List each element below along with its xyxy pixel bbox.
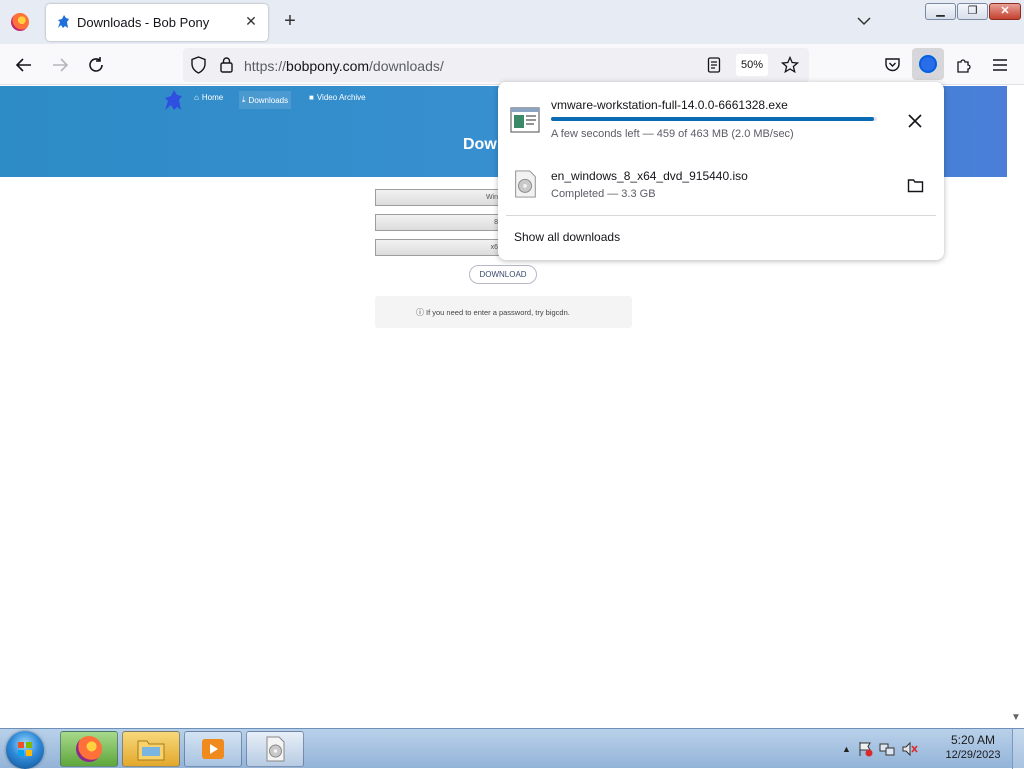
bookmark-star-icon[interactable]	[781, 56, 799, 74]
app-menu-button[interactable]	[988, 53, 1012, 77]
panel-divider	[506, 215, 936, 216]
tab-bar: Downloads - Bob Pony ✕ + ▁ ❐ ✕	[0, 0, 1024, 44]
download-filename: en_windows_8_x64_dvd_915440.iso	[551, 169, 748, 183]
tab-close-icon[interactable]: ✕	[242, 12, 260, 30]
download-status: A few seconds left — 459 of 463 MB (2.0 …	[551, 128, 794, 140]
taskbar-media-player[interactable]	[184, 731, 242, 767]
url-scheme: https://	[244, 58, 287, 74]
download-progress-icon	[919, 55, 937, 73]
puzzle-piece-icon	[957, 59, 971, 73]
open-folder-icon[interactable]	[907, 178, 924, 193]
disc-image-icon	[515, 170, 536, 198]
scroll-down-arrow-icon[interactable]: ▼	[1009, 712, 1023, 726]
show-all-downloads-button[interactable]: Show all downloads	[514, 230, 620, 244]
download-progress-fill	[551, 117, 874, 121]
minimize-button[interactable]: ▁	[925, 3, 956, 20]
forward-button[interactable]	[48, 53, 72, 77]
download-icon: ⤓	[242, 95, 246, 104]
lock-icon[interactable]	[219, 56, 234, 73]
list-all-tabs-icon[interactable]	[855, 12, 873, 30]
url-path: /downloads/	[369, 58, 444, 74]
password-hint-text: If you need to enter a password, try big…	[426, 308, 570, 317]
site-nav-home[interactable]: ⌂ Home	[194, 93, 223, 102]
reader-view-icon[interactable]	[707, 57, 721, 73]
product-select[interactable]: Win	[375, 189, 505, 206]
site-nav-downloads[interactable]: ⤓ Downloads	[239, 91, 292, 109]
system-clock[interactable]: 5:20 AM 12/29/2023	[938, 733, 1008, 761]
download-status: Completed — 3.3 GB	[551, 188, 656, 200]
download-item[interactable]: vmware-workstation-full-14.0.0-6661328.e…	[498, 82, 944, 148]
bob-pony-logo-icon[interactable]	[162, 88, 186, 112]
show-desktop-button[interactable]	[1012, 729, 1024, 769]
pony-favicon-icon	[58, 15, 69, 28]
network-icon[interactable]	[879, 741, 895, 757]
disc-image-icon	[266, 736, 285, 762]
site-nav-home-label: Home	[201, 93, 224, 102]
home-icon: ⌂	[194, 93, 199, 102]
exe-file-icon	[510, 107, 540, 133]
url-host: bobpony.com	[286, 58, 370, 74]
media-player-icon	[202, 739, 224, 759]
site-nav-downloads-label: Downloads	[248, 95, 289, 105]
version-select[interactable]: 8	[375, 214, 505, 231]
close-window-button[interactable]: ✕	[989, 3, 1021, 20]
zoom-level-button[interactable]: 50%	[736, 54, 768, 76]
reload-button[interactable]	[84, 53, 108, 77]
taskbar-windows-explorer[interactable]	[122, 731, 180, 767]
volume-muted-icon[interactable]	[901, 741, 919, 757]
cancel-download-icon[interactable]	[907, 113, 923, 129]
system-tray: ▲	[842, 729, 919, 769]
taskbar: ▲ 5:20 AM 12/29/2023	[0, 728, 1024, 769]
clock-date: 12/29/2023	[945, 749, 1001, 761]
back-arrow-icon	[15, 58, 31, 72]
navigation-toolbar: https://bobpony.com/downloads/ 50%	[0, 44, 1024, 85]
firefox-icon[interactable]	[11, 13, 29, 31]
downloads-panel: vmware-workstation-full-14.0.0-6661328.e…	[498, 82, 944, 260]
reload-icon	[89, 57, 103, 72]
pocket-icon	[884, 58, 900, 72]
new-tab-button[interactable]: +	[280, 11, 300, 31]
pocket-button[interactable]	[880, 53, 904, 77]
downloads-button[interactable]	[912, 48, 944, 80]
tracking-protection-shield-icon[interactable]	[190, 56, 207, 74]
download-item[interactable]: en_windows_8_x64_dvd_915440.iso Complete…	[498, 148, 944, 212]
video-icon: ■	[309, 93, 314, 102]
download-progress-bar	[551, 117, 877, 121]
taskbar-firefox[interactable]	[60, 731, 118, 767]
architecture-select[interactable]: x6	[375, 239, 505, 256]
tab-title: Downloads - Bob Pony	[77, 15, 210, 30]
start-button[interactable]	[6, 731, 44, 769]
download-button[interactable]: DOWNLOAD	[469, 265, 537, 284]
url-bar[interactable]: https://bobpony.com/downloads/ 50%	[183, 48, 809, 82]
info-icon: ⓘ	[416, 308, 424, 317]
action-center-flag-icon[interactable]	[857, 741, 873, 757]
site-nav-video-archive-label: Video Archive	[316, 93, 366, 102]
firefox-icon	[76, 736, 102, 762]
taskbar-disc-image[interactable]	[246, 731, 304, 767]
page-title: Dow	[463, 136, 497, 153]
url-text[interactable]: https://bobpony.com/downloads/	[244, 58, 444, 74]
forward-arrow-icon	[53, 58, 69, 72]
folder-icon	[137, 740, 165, 761]
extensions-button[interactable]	[952, 53, 976, 77]
tab-downloads[interactable]: Downloads - Bob Pony ✕	[46, 4, 268, 41]
site-nav-video-archive[interactable]: ■ Video Archive	[309, 93, 366, 102]
password-hint-box: ⓘ If you need to enter a password, try b…	[375, 296, 632, 328]
back-button[interactable]	[12, 53, 36, 77]
download-filename: vmware-workstation-full-14.0.0-6661328.e…	[551, 98, 788, 112]
clock-time: 5:20 AM	[950, 733, 996, 747]
restore-button[interactable]: ❐	[957, 3, 988, 20]
hamburger-menu-icon	[993, 59, 1007, 71]
windows-logo-icon	[18, 742, 32, 756]
show-hidden-icons-icon[interactable]: ▲	[842, 744, 851, 754]
